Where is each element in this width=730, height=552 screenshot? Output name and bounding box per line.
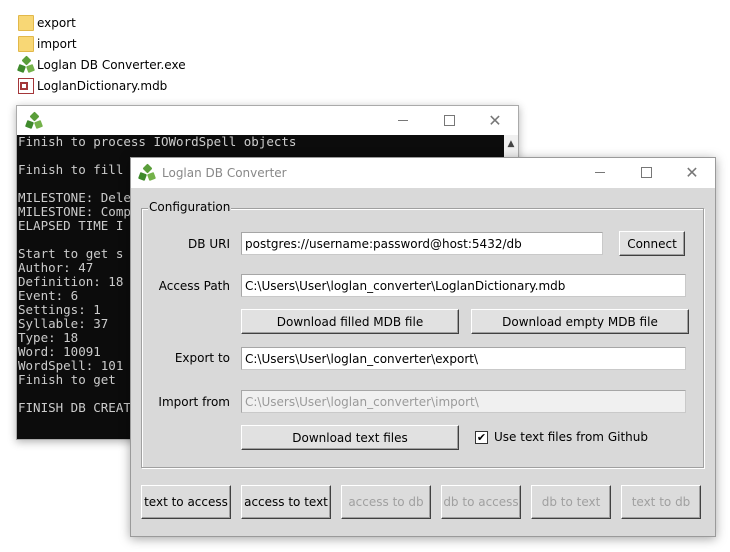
db-uri-label: DB URI bbox=[188, 237, 230, 251]
file-name: LoglanDictionary.mdb bbox=[37, 78, 168, 93]
app-title: Loglan DB Converter bbox=[162, 166, 287, 180]
app-window: Loglan DB Converter ✕ Configuration DB U… bbox=[130, 157, 716, 537]
access-path-label: Access Path bbox=[158, 279, 230, 293]
export-to-input[interactable] bbox=[241, 347, 686, 370]
import-from-input bbox=[241, 390, 686, 413]
close-button[interactable]: ✕ bbox=[669, 158, 715, 187]
access-file-icon bbox=[18, 77, 34, 94]
recycle-app-icon bbox=[138, 163, 156, 181]
groupbox-label: Configuration bbox=[148, 200, 232, 214]
text-to-access-button[interactable]: text to access bbox=[141, 485, 231, 519]
use-github-label: Use text files from Github bbox=[494, 430, 648, 444]
recycle-app-icon bbox=[17, 55, 35, 73]
file-list: export import Loglan DB Converter.exe Lo… bbox=[17, 12, 186, 96]
scroll-up-icon[interactable]: ▲ bbox=[504, 135, 518, 153]
file-item-exe[interactable]: Loglan DB Converter.exe bbox=[17, 54, 186, 75]
console-line: Finish to process IOWordSpell objects bbox=[18, 135, 297, 149]
import-from-label: Import from bbox=[158, 395, 230, 409]
file-item-export[interactable]: export bbox=[18, 12, 186, 33]
folder-icon bbox=[18, 35, 34, 52]
file-name: import bbox=[37, 36, 77, 51]
minimize-button[interactable] bbox=[577, 158, 623, 187]
minimize-button[interactable] bbox=[380, 106, 426, 135]
connect-button[interactable]: Connect bbox=[619, 231, 685, 256]
text-to-db-button: text to db bbox=[621, 485, 701, 519]
access-path-input[interactable] bbox=[241, 274, 686, 297]
access-to-db-button: access to db bbox=[341, 485, 431, 519]
checkbox-check-icon[interactable]: ✔ bbox=[475, 430, 488, 444]
file-name: Loglan DB Converter.exe bbox=[37, 57, 186, 72]
download-empty-mdb-button[interactable]: Download empty MDB file bbox=[471, 309, 689, 334]
configuration-groupbox: Configuration DB URI Connect Access Path… bbox=[141, 200, 704, 468]
db-to-access-button: db to access bbox=[441, 485, 521, 519]
export-to-label: Export to bbox=[174, 351, 230, 365]
app-titlebar[interactable]: Loglan DB Converter ✕ bbox=[131, 158, 715, 188]
access-to-text-button[interactable]: access to text bbox=[241, 485, 331, 519]
console-titlebar[interactable]: ✕ bbox=[17, 106, 518, 135]
file-name: export bbox=[37, 15, 76, 30]
file-item-mdb[interactable]: LoglanDictionary.mdb bbox=[18, 75, 186, 96]
maximize-button[interactable] bbox=[623, 158, 669, 187]
db-to-text-button: db to text bbox=[531, 485, 611, 519]
file-item-import[interactable]: import bbox=[18, 33, 186, 54]
maximize-button[interactable] bbox=[426, 106, 472, 135]
folder-icon bbox=[18, 14, 34, 31]
download-filled-mdb-button[interactable]: Download filled MDB file bbox=[241, 309, 459, 334]
use-github-checkbox[interactable]: ✔ Use text files from Github bbox=[475, 430, 648, 444]
download-text-files-button[interactable]: Download text files bbox=[241, 425, 459, 450]
recycle-app-icon bbox=[25, 111, 43, 129]
db-uri-input[interactable] bbox=[241, 232, 603, 255]
close-button[interactable]: ✕ bbox=[472, 106, 518, 135]
